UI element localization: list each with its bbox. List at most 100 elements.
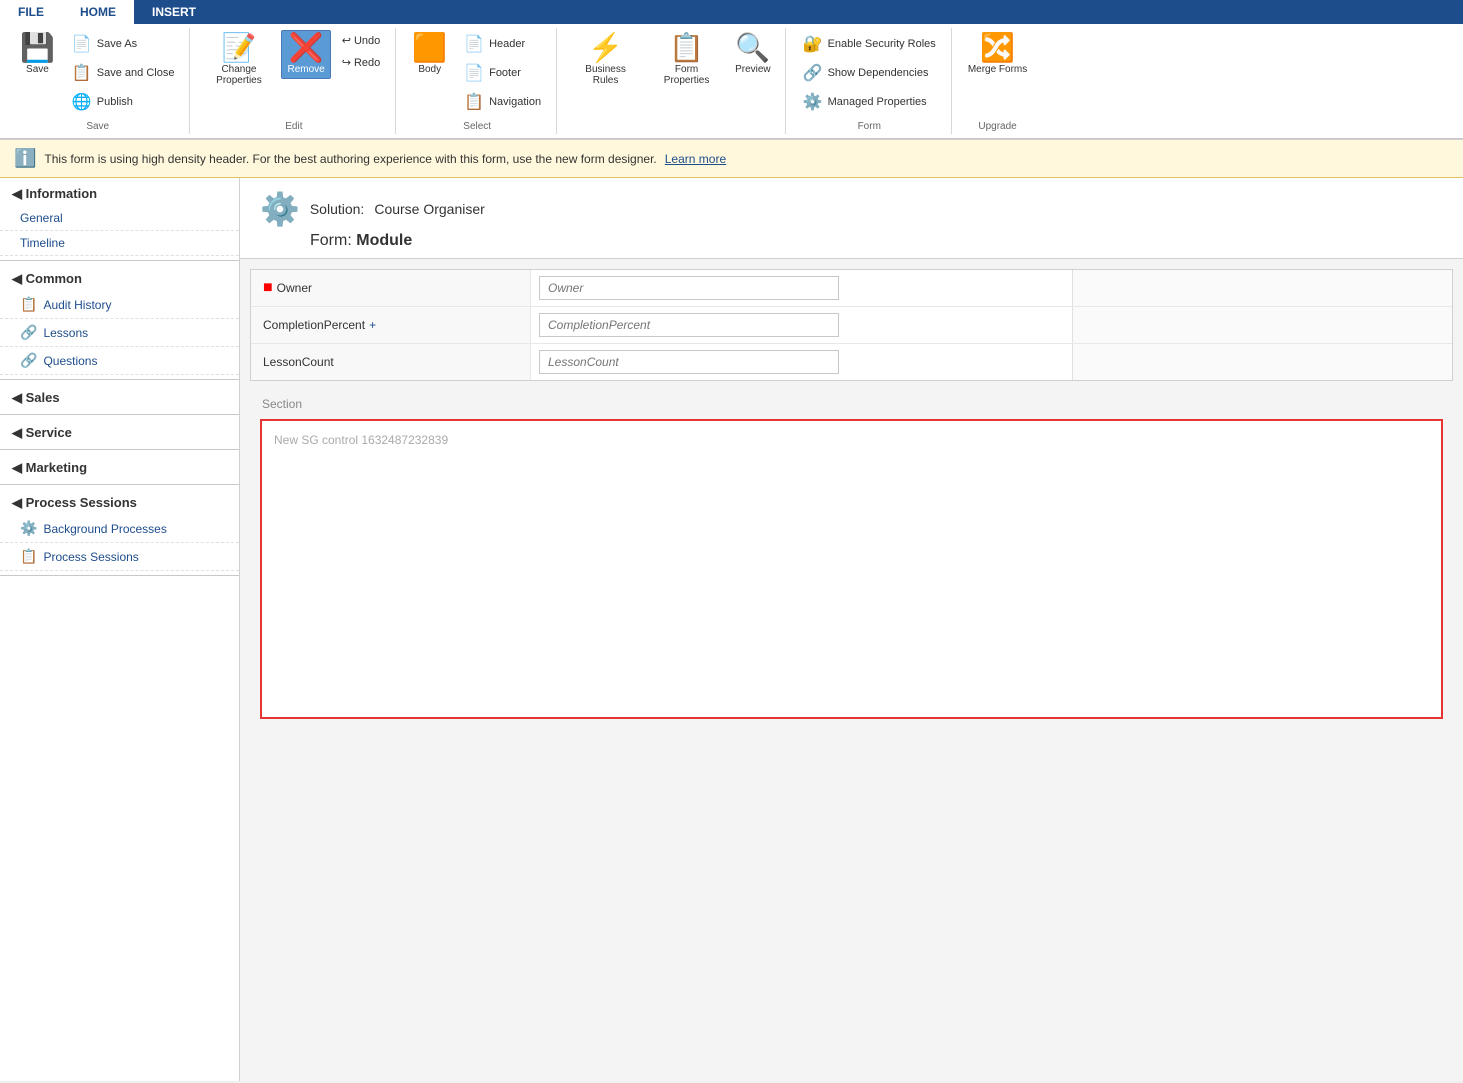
save-icon: 💾 xyxy=(20,34,55,62)
group-edit-items: 📝 Change Properties ❌ Remove ↩ Undo ↪ Re… xyxy=(200,30,387,116)
remove-button[interactable]: ❌ Remove xyxy=(281,30,330,79)
process-sessions-label: Process Sessions xyxy=(43,550,138,564)
sidebar-item-audit-history[interactable]: 📋 Audit History xyxy=(0,291,239,319)
sidebar-section-sales: ◀ Sales xyxy=(0,382,239,415)
process-sessions-icon: 📋 xyxy=(20,548,37,565)
section-header-service: ◀ Service xyxy=(0,417,239,445)
save-close-label: Save and Close xyxy=(97,67,175,79)
lesson-count-label-text: LessonCount xyxy=(263,355,334,369)
completion-percent-label: CompletionPercent + xyxy=(251,307,531,343)
enable-security-button[interactable]: 🔐 Enable Security Roles xyxy=(796,30,943,58)
lessons-label: Lessons xyxy=(43,326,88,340)
sidebar-item-questions[interactable]: 🔗 Questions xyxy=(0,347,239,375)
navigation-button[interactable]: 📋 Navigation xyxy=(457,88,548,116)
save-col: 📄 Save As 📋 Save and Close 🌐 Publish xyxy=(65,30,182,116)
tab-file[interactable]: FILE xyxy=(0,0,62,24)
audit-history-icon: 📋 xyxy=(20,296,37,313)
publish-button[interactable]: 🌐 Publish xyxy=(65,88,182,116)
enable-security-icon: 🔐 xyxy=(803,34,823,54)
group-select: 🟧 Body 📄 Header 📄 Footer 📋 Navigation xyxy=(398,28,557,134)
owner-extra xyxy=(1072,270,1452,306)
preview-icon: 🔍 xyxy=(735,34,770,62)
merge-forms-icon: 🔀 xyxy=(980,34,1015,62)
table-row: ■ Owner xyxy=(251,270,1452,307)
form-properties-label: Form Properties xyxy=(654,64,719,86)
remove-label: Remove xyxy=(287,64,324,75)
lesson-count-input[interactable] xyxy=(539,350,839,374)
change-properties-label: Change Properties xyxy=(206,64,271,86)
sidebar-item-general[interactable]: General xyxy=(0,206,239,231)
completion-field xyxy=(531,307,1072,343)
sidebar-section-service: ◀ Service xyxy=(0,417,239,450)
managed-properties-icon: ⚙️ xyxy=(803,92,823,112)
tab-insert[interactable]: INSERT xyxy=(134,0,214,24)
show-dependencies-button[interactable]: 🔗 Show Dependencies xyxy=(796,59,943,87)
section-header-common: ◀ Common xyxy=(0,263,239,291)
business-rules-label: Business Rules xyxy=(573,64,638,86)
undo-button[interactable]: ↩ Undo xyxy=(335,30,388,51)
save-close-button[interactable]: 📋 Save and Close xyxy=(65,59,182,87)
redo-label: ↪ Redo xyxy=(342,56,381,69)
ribbon-body: 💾 Save 📄 Save As 📋 Save and Close 🌐 Publ… xyxy=(0,24,1463,139)
group-edit-label: Edit xyxy=(285,119,302,132)
show-dependencies-icon: 🔗 xyxy=(803,63,823,83)
merge-forms-label: Merge Forms xyxy=(968,64,1027,75)
group-select-label: Select xyxy=(463,119,491,132)
form-col: 🔐 Enable Security Roles 🔗 Show Dependenc… xyxy=(796,30,943,116)
undo-redo-col: ↩ Undo ↪ Redo xyxy=(335,30,388,73)
background-processes-label: Background Processes xyxy=(43,522,166,536)
main-layout: ◀ Information General Timeline ◀ Common … xyxy=(0,178,1463,1081)
table-row: LessonCount xyxy=(251,344,1452,380)
group-form-label: Form xyxy=(858,119,881,132)
group-save: 💾 Save 📄 Save As 📋 Save and Close 🌐 Publ… xyxy=(6,28,190,134)
footer-icon: 📄 xyxy=(464,63,484,83)
sidebar-item-lessons[interactable]: 🔗 Lessons xyxy=(0,319,239,347)
show-dependencies-label: Show Dependencies xyxy=(828,67,929,79)
sidebar-item-timeline[interactable]: Timeline xyxy=(0,231,239,256)
solution-name: Course Organiser xyxy=(374,201,485,217)
sidebar-item-background-processes[interactable]: ⚙️ Background Processes xyxy=(0,515,239,543)
redo-button[interactable]: ↪ Redo xyxy=(335,52,388,73)
group-form: 🔐 Enable Security Roles 🔗 Show Dependenc… xyxy=(788,28,952,134)
save-button[interactable]: 💾 Save xyxy=(14,30,61,79)
change-properties-button[interactable]: 📝 Change Properties xyxy=(200,30,277,90)
save-as-button[interactable]: 📄 Save As xyxy=(65,30,182,58)
info-message: This form is using high density header. … xyxy=(44,152,656,166)
ribbon: FILE HOME INSERT 💾 Save 📄 Save As 📋 xyxy=(0,0,1463,140)
form-body: ■ Owner CompletionPercent + xyxy=(240,259,1463,739)
publish-icon: 🌐 xyxy=(72,92,92,112)
form-properties-button[interactable]: 📋 Form Properties xyxy=(648,30,725,90)
completion-input[interactable] xyxy=(539,313,839,337)
tab-home[interactable]: HOME xyxy=(62,0,134,24)
footer-label: Footer xyxy=(489,67,521,79)
learn-more-link[interactable]: Learn more xyxy=(665,152,726,166)
footer-button[interactable]: 📄 Footer xyxy=(457,59,548,87)
owner-input[interactable] xyxy=(539,276,839,300)
general-label: General xyxy=(20,211,63,225)
completion-label-text: CompletionPercent xyxy=(263,318,365,332)
group-select-items: 🟧 Body 📄 Header 📄 Footer 📋 Navigation xyxy=(406,30,548,116)
owner-label: ■ Owner xyxy=(251,270,531,306)
managed-properties-label: Managed Properties xyxy=(828,96,927,108)
section-header-process-sessions: ◀ Process Sessions xyxy=(0,487,239,515)
business-rules-button[interactable]: ⚡ Business Rules xyxy=(567,30,644,90)
sidebar-section-common: ◀ Common 📋 Audit History 🔗 Lessons 🔗 Que… xyxy=(0,263,239,380)
header-button[interactable]: 📄 Header xyxy=(457,30,548,58)
sidebar-item-process-sessions[interactable]: 📋 Process Sessions xyxy=(0,543,239,571)
select-col: 📄 Header 📄 Footer 📋 Navigation xyxy=(457,30,548,116)
business-rules-icon: ⚡ xyxy=(588,34,623,62)
sidebar-section-information: ◀ Information General Timeline xyxy=(0,178,239,261)
managed-properties-button[interactable]: ⚙️ Managed Properties xyxy=(796,88,943,116)
form-label: Form: xyxy=(310,232,352,249)
remove-icon: ❌ xyxy=(289,34,324,62)
lessons-icon: 🔗 xyxy=(20,324,37,341)
sidebar-section-process-sessions: ◀ Process Sessions ⚙️ Background Process… xyxy=(0,487,239,576)
undo-label: ↩ Undo xyxy=(342,34,381,47)
body-button[interactable]: 🟧 Body xyxy=(406,30,453,79)
group-upgrade-label: Upgrade xyxy=(978,119,1016,132)
preview-button[interactable]: 🔍 Preview xyxy=(729,30,777,79)
questions-icon: 🔗 xyxy=(20,352,37,369)
sg-control-area[interactable]: New SG control 1632487232839 xyxy=(260,419,1443,719)
merge-forms-button[interactable]: 🔀 Merge Forms xyxy=(962,30,1033,79)
ribbon-tab-bar: FILE HOME INSERT xyxy=(0,0,1463,24)
